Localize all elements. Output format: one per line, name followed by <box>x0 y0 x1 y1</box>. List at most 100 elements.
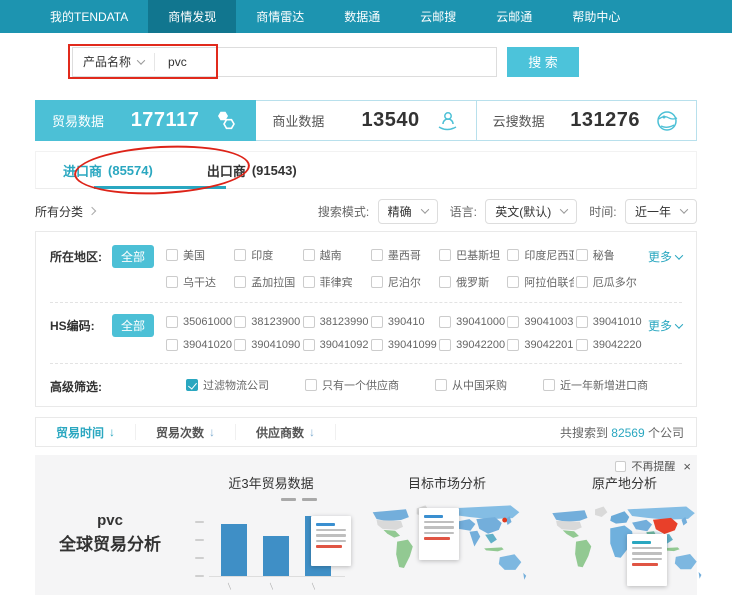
hs-option[interactable]: 38123900 <box>234 316 300 328</box>
sort-by-supplier-count[interactable]: 供应商数 ↓ <box>236 424 336 440</box>
target-market-column: 目标市场分析 <box>357 473 537 595</box>
search-input-value[interactable]: pvc <box>155 55 187 69</box>
hs-option[interactable]: 39042201 <box>507 339 573 351</box>
advanced-option-filter-logistics[interactable]: 过滤物流公司 <box>186 377 269 393</box>
nav-item-discover[interactable]: 商情发现 <box>148 0 236 33</box>
region-more-link[interactable]: 更多 <box>648 245 682 265</box>
hs-option[interactable]: 39041000 <box>439 316 505 328</box>
region-option[interactable]: 孟加拉国 <box>234 274 300 290</box>
hs-option[interactable]: 35061000 <box>166 316 232 328</box>
checkbox[interactable] <box>507 316 519 328</box>
checkbox[interactable] <box>576 339 588 351</box>
checkbox[interactable] <box>371 249 383 261</box>
nav-item-data[interactable]: 数据通 <box>324 0 400 33</box>
language-select[interactable]: 英文(默认) <box>485 199 577 224</box>
advanced-option-single-supplier[interactable]: 只有一个供应商 <box>305 377 399 393</box>
checkbox[interactable] <box>543 379 555 391</box>
sort-by-trade-count[interactable]: 贸易次数 ↓ <box>136 424 236 440</box>
checkbox[interactable] <box>166 339 178 351</box>
tab-exporters[interactable]: 出口商 (91543) <box>180 152 324 188</box>
trade-chart[interactable]: ∕ ∕ ∕ <box>185 496 357 595</box>
checkbox-checked[interactable] <box>186 379 198 391</box>
checkbox[interactable] <box>435 379 447 391</box>
checkbox[interactable] <box>303 339 315 351</box>
checkbox[interactable] <box>439 276 451 288</box>
region-option[interactable]: 菲律宾 <box>303 274 369 290</box>
hs-option[interactable]: 39041020 <box>166 339 232 351</box>
region-option[interactable]: 巴基斯坦 <box>439 247 505 263</box>
checkbox[interactable] <box>507 339 519 351</box>
origin-map[interactable] <box>537 496 712 595</box>
checkbox[interactable] <box>303 316 315 328</box>
region-option[interactable]: 印度 <box>234 247 300 263</box>
region-option[interactable]: 越南 <box>303 247 369 263</box>
checkbox[interactable] <box>371 276 383 288</box>
hs-option[interactable]: 39042220 <box>576 339 642 351</box>
checkbox[interactable] <box>439 249 451 261</box>
dismiss-checkbox[interactable] <box>615 461 626 472</box>
checkbox[interactable] <box>234 276 246 288</box>
region-option[interactable]: 印度尼西亚 <box>507 247 573 263</box>
nav-item-mail[interactable]: 云邮通 <box>476 0 552 33</box>
search-button[interactable]: 搜 索 <box>507 47 579 77</box>
region-option[interactable]: 秘鲁 <box>576 247 642 263</box>
checkbox[interactable] <box>576 276 588 288</box>
checkbox[interactable] <box>166 276 178 288</box>
target-market-map[interactable] <box>357 496 537 595</box>
region-option[interactable]: 厄瓜多尔 <box>576 274 642 290</box>
nav-item-radar[interactable]: 商情雷达 <box>236 0 324 33</box>
region-option[interactable]: 尼泊尔 <box>371 274 437 290</box>
region-all-button[interactable]: 全部 <box>112 245 154 268</box>
hs-option[interactable]: 39041092 <box>303 339 369 351</box>
hs-option[interactable]: 39041003 <box>507 316 573 328</box>
region-option[interactable]: 俄罗斯 <box>439 274 505 290</box>
checkbox[interactable] <box>507 249 519 261</box>
hs-all-button[interactable]: 全部 <box>112 314 154 337</box>
hs-more-link[interactable]: 更多 <box>648 314 682 334</box>
hs-option[interactable]: 390410 <box>371 316 437 328</box>
search-mode-select[interactable]: 精确 <box>378 199 438 224</box>
tooltip-line <box>632 558 662 561</box>
hs-option[interactable]: 39041099 <box>371 339 437 351</box>
checkbox[interactable] <box>234 316 246 328</box>
checkbox[interactable] <box>507 276 519 288</box>
stat-cloud-search-data[interactable]: 云搜数据 131276 <box>477 100 697 141</box>
checkbox[interactable] <box>576 316 588 328</box>
advanced-option-buy-from-china[interactable]: 从中国采购 <box>435 377 507 393</box>
tooltip-line <box>424 532 454 535</box>
checkbox[interactable] <box>234 339 246 351</box>
checkbox[interactable] <box>576 249 588 261</box>
checkbox[interactable] <box>371 339 383 351</box>
tab-importers[interactable]: 进口商 (85574) <box>36 152 180 188</box>
stat-business-data[interactable]: 商业数据 13540 <box>256 100 476 141</box>
region-option[interactable]: 美国 <box>166 247 232 263</box>
checkbox[interactable] <box>303 276 315 288</box>
checkbox[interactable] <box>303 249 315 261</box>
nav-item-help[interactable]: 帮助中心 <box>552 0 640 33</box>
product-name-select[interactable]: 产品名称 <box>73 48 154 76</box>
region-option[interactable]: 墨西哥 <box>371 247 437 263</box>
hs-option[interactable]: 38123990 <box>303 316 369 328</box>
region-option[interactable]: 乌干达 <box>166 274 232 290</box>
checkbox[interactable] <box>305 379 317 391</box>
sort-by-trade-time[interactable]: 贸易时间 ↓ <box>36 424 136 440</box>
checkbox[interactable] <box>439 316 451 328</box>
all-categories-link[interactable]: 所有分类 <box>35 203 95 220</box>
search-bar[interactable]: 产品名称 pvc <box>72 47 497 77</box>
hs-option[interactable]: 39042200 <box>439 339 505 351</box>
checkbox[interactable] <box>439 339 451 351</box>
checkbox[interactable] <box>234 249 246 261</box>
checkbox-label: 39041010 <box>593 316 642 328</box>
stat-trade-data[interactable]: 贸易数据 177117 <box>35 100 256 141</box>
region-option[interactable]: 阿拉伯联合... <box>507 274 573 290</box>
nav-item-mail-search[interactable]: 云邮搜 <box>400 0 476 33</box>
checkbox[interactable] <box>371 316 383 328</box>
nav-item-my-tendata[interactable]: 我的TENDATA <box>30 0 148 33</box>
checkbox[interactable] <box>166 249 178 261</box>
close-icon[interactable]: × <box>683 459 691 474</box>
time-select[interactable]: 近一年 <box>625 199 697 224</box>
advanced-option-new-importers[interactable]: 近一年新增进口商 <box>543 377 648 393</box>
hs-option[interactable]: 39041090 <box>234 339 300 351</box>
hs-option[interactable]: 39041010 <box>576 316 642 328</box>
checkbox[interactable] <box>166 316 178 328</box>
